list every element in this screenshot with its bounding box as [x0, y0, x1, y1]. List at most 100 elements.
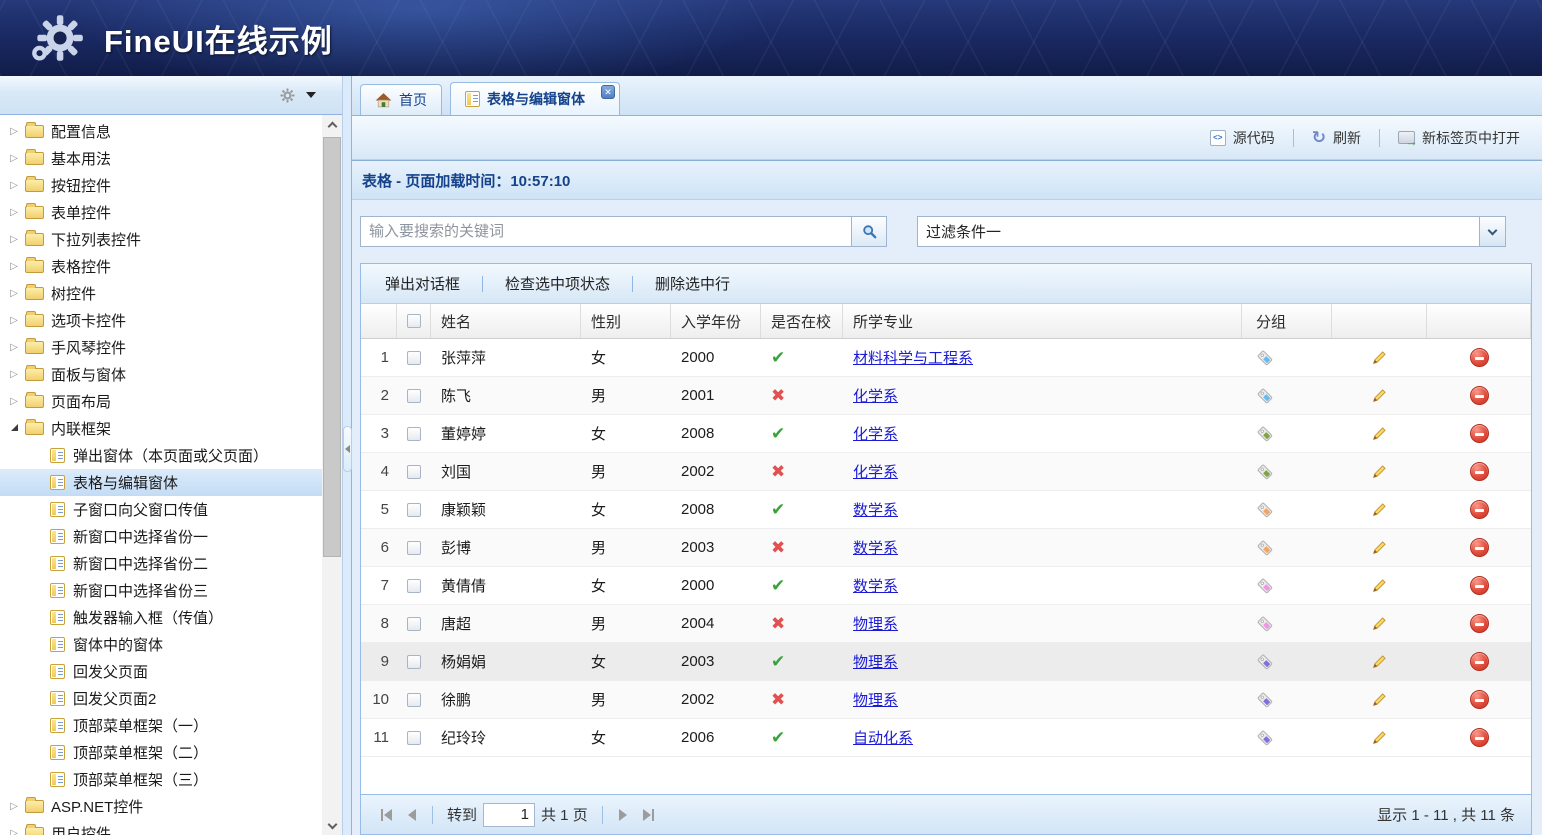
- popup-dialog-button[interactable]: 弹出对话框: [375, 269, 470, 298]
- tag-icon[interactable]: [1256, 463, 1274, 481]
- dropdown-trigger[interactable]: [1479, 217, 1505, 246]
- tag-icon[interactable]: [1256, 501, 1274, 519]
- tree-item-button[interactable]: ▷按钮控件: [0, 172, 322, 199]
- tree-item-config[interactable]: ▷配置信息: [0, 118, 322, 145]
- tab-home[interactable]: 首页: [360, 84, 442, 115]
- delete-row-icon[interactable]: [1470, 462, 1489, 481]
- edit-pencil-icon[interactable]: [1371, 577, 1388, 594]
- tree-item-aspnet[interactable]: ▷ASP.NET控件: [0, 793, 322, 820]
- delete-row-icon[interactable]: [1470, 500, 1489, 519]
- check-selected-button[interactable]: 检查选中项状态: [495, 269, 620, 298]
- filter-dropdown[interactable]: 过滤条件一: [917, 216, 1506, 247]
- prev-page-button[interactable]: [408, 809, 416, 821]
- tree-item-tabs[interactable]: ▷选项卡控件: [0, 307, 322, 334]
- header-at-school[interactable]: 是否在校: [761, 304, 843, 338]
- tree-child-child-to-parent[interactable]: 子窗口向父窗口传值: [0, 496, 322, 523]
- row-checkbox[interactable]: [407, 465, 421, 479]
- tree-child-window-in-window[interactable]: 窗体中的窗体: [0, 631, 322, 658]
- delete-row-icon[interactable]: [1470, 576, 1489, 595]
- collapse-sidebar-handle[interactable]: [343, 426, 352, 472]
- tree-item-form[interactable]: ▷表单控件: [0, 199, 322, 226]
- collapsed-arrow-icon[interactable]: ▷: [6, 828, 22, 835]
- delete-row-icon[interactable]: [1470, 424, 1489, 443]
- major-link[interactable]: 自动化系: [853, 727, 913, 748]
- edit-pencil-icon[interactable]: [1371, 691, 1388, 708]
- collapsed-arrow-icon[interactable]: ▷: [6, 180, 22, 191]
- refresh-button[interactable]: ↻ 刷新: [1304, 124, 1369, 152]
- collapsed-arrow-icon[interactable]: ▷: [6, 396, 22, 407]
- tree-item-iframe-expanded[interactable]: 内联框架: [0, 415, 322, 442]
- major-link[interactable]: 材料科学与工程系: [853, 347, 973, 368]
- tag-icon[interactable]: [1256, 691, 1274, 709]
- tree-item-dropdown[interactable]: ▷下拉列表控件: [0, 226, 322, 253]
- sidebar-splitter[interactable]: [343, 76, 352, 835]
- search-button[interactable]: [851, 216, 887, 247]
- tag-icon[interactable]: [1256, 577, 1274, 595]
- collapsed-arrow-icon[interactable]: ▷: [6, 315, 22, 326]
- edit-pencil-icon[interactable]: [1371, 425, 1388, 442]
- delete-row-icon[interactable]: [1470, 348, 1489, 367]
- last-page-button[interactable]: [643, 809, 654, 821]
- close-tab-icon[interactable]: ✕: [601, 85, 615, 99]
- row-checkbox[interactable]: [407, 693, 421, 707]
- major-link[interactable]: 物理系: [853, 613, 898, 634]
- major-link[interactable]: 数学系: [853, 575, 898, 596]
- scroll-down-icon[interactable]: [322, 817, 342, 835]
- tree-child-top-menu-frame-3[interactable]: 顶部菜单框架（三）: [0, 766, 322, 793]
- expanded-arrow-icon[interactable]: [6, 423, 22, 434]
- delete-row-icon[interactable]: [1470, 614, 1489, 633]
- tag-icon[interactable]: [1256, 425, 1274, 443]
- major-link[interactable]: 物理系: [853, 689, 898, 710]
- table-row[interactable]: 4 刘国 男 2002 ✖ 化学系: [361, 453, 1531, 491]
- tree-item-tree[interactable]: ▷树控件: [0, 280, 322, 307]
- edit-pencil-icon[interactable]: [1371, 387, 1388, 404]
- edit-pencil-icon[interactable]: [1371, 653, 1388, 670]
- collapsed-arrow-icon[interactable]: ▷: [6, 369, 22, 380]
- select-all-checkbox[interactable]: [407, 314, 421, 328]
- row-checkbox[interactable]: [407, 541, 421, 555]
- tag-icon[interactable]: [1256, 615, 1274, 633]
- delete-selected-button[interactable]: 删除选中行: [645, 269, 740, 298]
- header-major[interactable]: 所学专业: [843, 304, 1242, 338]
- tree-child-postback-parent[interactable]: 回发父页面: [0, 658, 322, 685]
- table-row[interactable]: 1 张萍萍 女 2000 ✔ 材料科学与工程系: [361, 339, 1531, 377]
- row-checkbox[interactable]: [407, 617, 421, 631]
- table-row[interactable]: 8 唐超 男 2004 ✖ 物理系: [361, 605, 1531, 643]
- header-year[interactable]: 入学年份: [671, 304, 761, 338]
- source-code-button[interactable]: <> 源代码: [1202, 124, 1283, 152]
- edit-pencil-icon[interactable]: [1371, 539, 1388, 556]
- major-link[interactable]: 化学系: [853, 385, 898, 406]
- table-row[interactable]: 9 杨娟娟 女 2003 ✔ 物理系: [361, 643, 1531, 681]
- major-link[interactable]: 数学系: [853, 537, 898, 558]
- delete-row-icon[interactable]: [1470, 386, 1489, 405]
- major-link[interactable]: 数学系: [853, 499, 898, 520]
- tree-item-grid[interactable]: ▷表格控件: [0, 253, 322, 280]
- tree-child-grid-edit-window-selected[interactable]: 表格与编辑窗体: [0, 469, 322, 496]
- table-row[interactable]: 2 陈飞 男 2001 ✖ 化学系: [361, 377, 1531, 415]
- collapsed-arrow-icon[interactable]: ▷: [6, 126, 22, 137]
- edit-pencil-icon[interactable]: [1371, 501, 1388, 518]
- search-input[interactable]: [360, 216, 851, 247]
- row-checkbox[interactable]: [407, 351, 421, 365]
- major-link[interactable]: 化学系: [853, 461, 898, 482]
- table-row[interactable]: 6 彭博 男 2003 ✖ 数学系: [361, 529, 1531, 567]
- settings-gear-icon[interactable]: [279, 87, 296, 104]
- tree-child-select-province-2[interactable]: 新窗口中选择省份二: [0, 550, 322, 577]
- header-name[interactable]: 姓名: [431, 304, 581, 338]
- tag-icon[interactable]: [1256, 729, 1274, 747]
- edit-pencil-icon[interactable]: [1371, 463, 1388, 480]
- tree-item-panel[interactable]: ▷面板与窗体: [0, 361, 322, 388]
- tag-icon[interactable]: [1256, 387, 1274, 405]
- tab-grid-edit-window[interactable]: 表格与编辑窗体 ✕: [450, 82, 620, 115]
- row-checkbox[interactable]: [407, 731, 421, 745]
- tree-item-accordion[interactable]: ▷手风琴控件: [0, 334, 322, 361]
- table-row[interactable]: 7 黄倩倩 女 2000 ✔ 数学系: [361, 567, 1531, 605]
- tree-child-top-menu-frame-1[interactable]: 顶部菜单框架（一）: [0, 712, 322, 739]
- table-row[interactable]: 5 康颖颖 女 2008 ✔ 数学系: [361, 491, 1531, 529]
- tree-child-popup-window[interactable]: 弹出窗体（本页面或父页面）: [0, 442, 322, 469]
- next-page-button[interactable]: [619, 809, 627, 821]
- delete-row-icon[interactable]: [1470, 690, 1489, 709]
- delete-row-icon[interactable]: [1470, 652, 1489, 671]
- tree-item-basic[interactable]: ▷基本用法: [0, 145, 322, 172]
- header-gender[interactable]: 性别: [581, 304, 671, 338]
